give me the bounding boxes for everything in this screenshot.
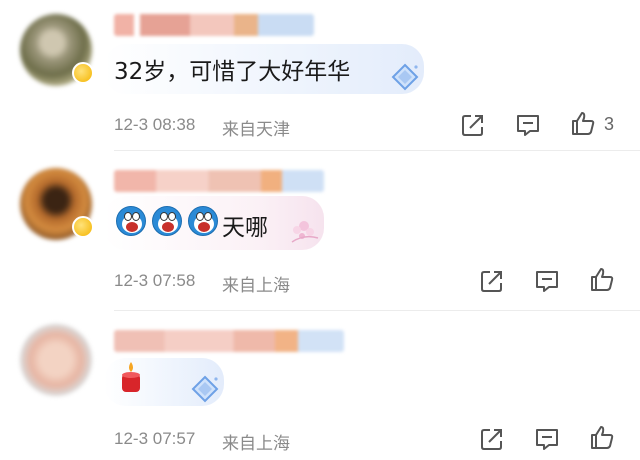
comment-icon[interactable]	[534, 268, 560, 294]
comment-icon[interactable]	[515, 112, 541, 138]
comment-location: 来自上海	[222, 276, 290, 295]
doraemon-emoji-icon	[116, 206, 146, 236]
diamond-icon	[391, 63, 419, 91]
thumbs-up-icon[interactable]	[570, 110, 596, 136]
comment-location: 来自上海	[222, 434, 290, 453]
doraemon-emoji-icon	[188, 206, 218, 236]
flower-decoration-icon	[291, 221, 319, 243]
comment-location: 来自天津	[222, 120, 290, 139]
share-icon[interactable]	[479, 268, 505, 294]
username-blurred[interactable]	[114, 330, 344, 352]
verified-badge-icon	[72, 216, 94, 238]
candle-emoji-icon	[122, 362, 140, 392]
share-icon[interactable]	[479, 426, 505, 452]
diamond-icon	[191, 375, 219, 403]
comment-time: 12-3 08:38	[114, 115, 196, 134]
comment-item: 32岁，可惜了大好年华 12-3 08:38 来自天津 3	[0, 0, 640, 150]
verified-badge-icon	[72, 62, 94, 84]
thumbs-up-icon[interactable]	[589, 424, 615, 450]
like-count: 3	[604, 114, 615, 134]
comment-time: 12-3 07:58	[114, 271, 196, 290]
avatar[interactable]	[20, 324, 92, 396]
comment-text: 天哪	[222, 215, 268, 241]
share-icon[interactable]	[460, 112, 486, 138]
doraemon-emoji-icon	[152, 206, 182, 236]
comment-time: 12-3 07:57	[114, 429, 196, 448]
username-blurred[interactable]	[114, 14, 314, 36]
username-blurred[interactable]	[114, 170, 324, 192]
comment-item: 12-3 07:57 来自上海	[0, 310, 640, 460]
comment-item: 天哪 12-3 07:58 来自上海	[0, 150, 640, 310]
comment-icon[interactable]	[534, 426, 560, 452]
comment-text: 32岁，可惜了大好年华	[114, 59, 351, 85]
thumbs-up-icon[interactable]	[589, 266, 615, 292]
